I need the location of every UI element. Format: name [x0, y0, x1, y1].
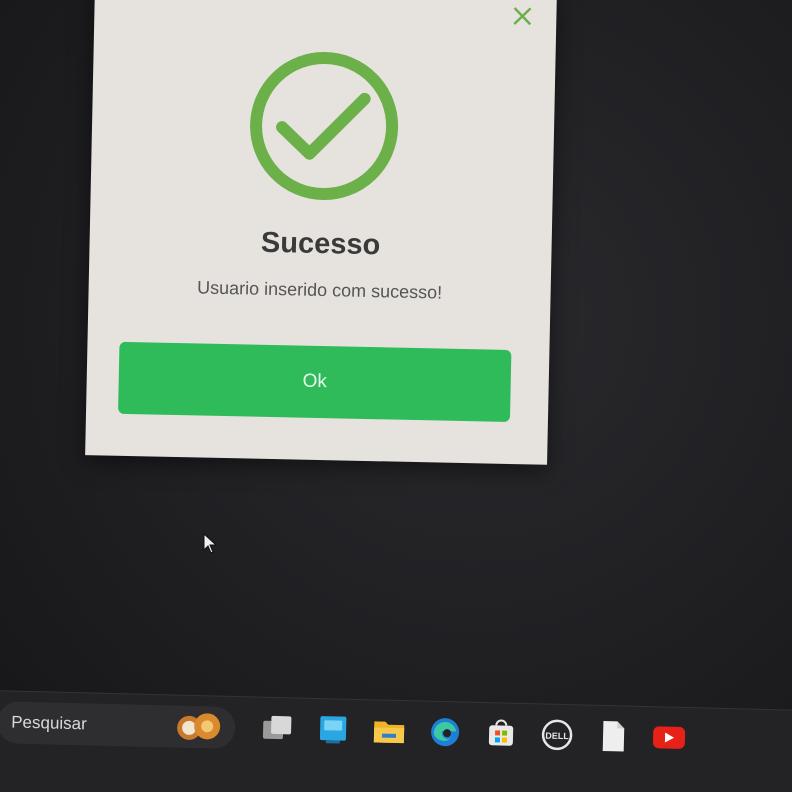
dialog-title: Sucesso	[260, 226, 381, 262]
store-icon	[488, 719, 514, 746]
ok-button[interactable]: Ok	[118, 341, 512, 422]
widgets-icon	[319, 716, 347, 744]
dialog-message: Usuario inserido com sucesso!	[196, 277, 443, 303]
youtube-button[interactable]	[649, 717, 690, 758]
file-explorer-button[interactable]	[369, 710, 410, 751]
task-view-button[interactable]	[257, 708, 298, 749]
mouse-cursor-icon	[203, 533, 218, 554]
edge-icon	[431, 718, 460, 747]
check-circle-icon	[244, 46, 403, 205]
close-button[interactable]	[508, 2, 537, 31]
close-icon	[513, 7, 532, 26]
success-dialog: Sucesso Usuario inserido com sucesso! Ok	[85, 0, 557, 465]
dell-button[interactable]: DELL	[537, 714, 578, 755]
dell-logo-text: DELL	[545, 731, 569, 742]
store-button[interactable]	[481, 713, 522, 754]
screen: Sucesso Usuario inserido com sucesso! Ok…	[0, 0, 792, 792]
file-explorer-icon	[373, 721, 405, 744]
document-button[interactable]	[593, 716, 634, 757]
youtube-icon	[652, 726, 686, 749]
document-icon	[602, 720, 625, 752]
taskbar-search[interactable]: Pesquisar	[0, 701, 236, 749]
search-highlight-icon	[177, 713, 221, 740]
desktop: Sucesso Usuario inserido com sucesso! Ok	[0, 0, 792, 690]
edge-button[interactable]	[425, 712, 466, 753]
task-view-icon	[262, 715, 292, 740]
taskbar: Pesquisar DELL	[0, 690, 792, 792]
dell-icon: DELL	[541, 719, 573, 751]
widgets-button[interactable]	[313, 709, 354, 750]
search-label: Pesquisar	[10, 712, 88, 734]
